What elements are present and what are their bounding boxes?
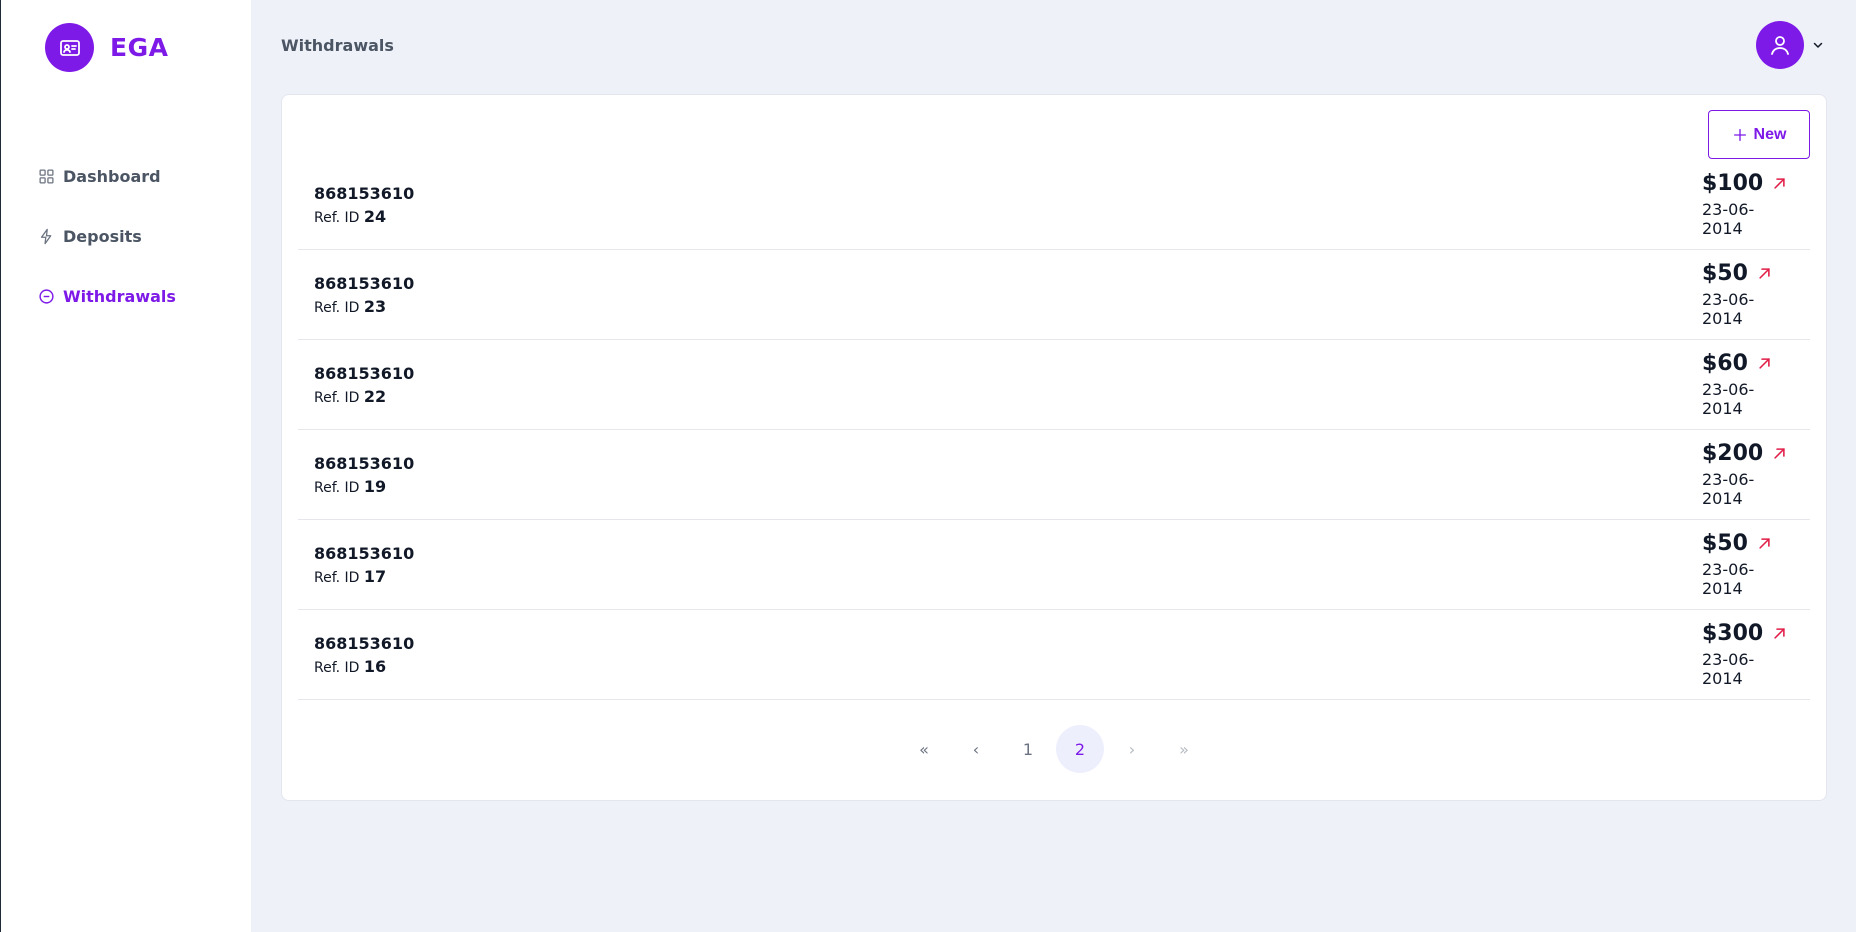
withdrawal-list: 868153610 Ref. ID 24 $100 23-06-2014 868… xyxy=(298,160,1810,700)
ref-id: 16 xyxy=(363,656,387,676)
user-menu[interactable] xyxy=(1756,21,1826,69)
date: 23-06-2014 xyxy=(1702,290,1755,328)
new-button-label: New xyxy=(1753,125,1787,143)
chevron-down-icon[interactable] xyxy=(1812,38,1826,52)
page-title: Withdrawals xyxy=(281,35,394,55)
ref-id: 24 xyxy=(363,206,387,226)
date: 23-06-2014 xyxy=(1702,650,1755,688)
sidebar: EGA Dashboard Deposits Withdrawals xyxy=(0,0,251,932)
ref-label: Ref. ID xyxy=(314,389,360,406)
account-number: 868153610 xyxy=(314,363,415,383)
date: 23-06-2014 xyxy=(1702,470,1755,508)
arrow-up-right-icon xyxy=(1772,626,1788,642)
minus-circle-icon xyxy=(37,287,55,305)
brand-name: EGA xyxy=(110,33,169,62)
amount: $60 xyxy=(1702,351,1748,376)
new-withdrawal-button[interactable]: New xyxy=(1708,110,1810,159)
amount: $300 xyxy=(1702,621,1764,646)
lightning-icon xyxy=(37,227,55,245)
list-item[interactable]: 868153610 Ref. ID 17 $50 23-06-2014 xyxy=(298,520,1810,610)
page-1-button[interactable]: 1 xyxy=(1004,725,1052,773)
first-page-button[interactable]: « xyxy=(900,725,948,773)
date: 23-06-2014 xyxy=(1702,200,1755,238)
sidebar-item-label: Withdrawals xyxy=(63,286,176,306)
pagination: « ‹ 1 2 › » xyxy=(282,725,1826,773)
arrow-up-right-icon xyxy=(1772,446,1788,462)
arrow-up-right-icon xyxy=(1757,266,1773,282)
ref-label: Ref. ID xyxy=(314,659,360,676)
ref-label: Ref. ID xyxy=(314,479,360,496)
amount: $100 xyxy=(1702,171,1764,196)
account-number: 868153610 xyxy=(314,273,415,293)
list-item[interactable]: 868153610 Ref. ID 22 $60 23-06-2014 xyxy=(298,340,1810,430)
account-number: 868153610 xyxy=(314,183,415,203)
user-icon[interactable] xyxy=(1756,21,1804,69)
amount: $50 xyxy=(1702,531,1748,556)
arrow-up-right-icon xyxy=(1772,176,1788,192)
sidebar-item-label: Dashboard xyxy=(63,166,161,186)
sidebar-item-withdrawals[interactable]: Withdrawals xyxy=(37,266,176,326)
ref-label: Ref. ID xyxy=(314,299,360,316)
arrow-up-right-icon xyxy=(1757,356,1773,372)
ref-id: 19 xyxy=(363,476,387,496)
next-page-button[interactable]: › xyxy=(1108,725,1156,773)
sidebar-item-label: Deposits xyxy=(63,226,142,246)
account-number: 868153610 xyxy=(314,633,415,653)
date: 23-06-2014 xyxy=(1702,560,1755,598)
prev-page-button[interactable]: ‹ xyxy=(952,725,1000,773)
topbar: Withdrawals xyxy=(281,20,1826,70)
brand[interactable]: EGA xyxy=(45,23,168,72)
amount: $200 xyxy=(1702,441,1764,466)
id-card-icon xyxy=(45,23,94,72)
page-2-button[interactable]: 2 xyxy=(1056,725,1104,773)
ref-label: Ref. ID xyxy=(314,209,360,226)
account-number: 868153610 xyxy=(314,543,415,563)
list-item[interactable]: 868153610 Ref. ID 23 $50 23-06-2014 xyxy=(298,250,1810,340)
ref-id: 23 xyxy=(363,296,387,316)
main-content: Withdrawals New 868153610 Ref. ID 24 $10… xyxy=(251,0,1856,932)
account-number: 868153610 xyxy=(314,453,415,473)
arrow-up-right-icon xyxy=(1757,536,1773,552)
sidebar-item-dashboard[interactable]: Dashboard xyxy=(37,146,176,206)
ref-id: 17 xyxy=(363,566,387,586)
sidebar-nav: Dashboard Deposits Withdrawals xyxy=(37,146,176,326)
ref-id: 22 xyxy=(363,386,387,406)
last-page-button[interactable]: » xyxy=(1160,725,1208,773)
ref-label: Ref. ID xyxy=(314,569,360,586)
plus-icon xyxy=(1732,127,1748,143)
amount: $50 xyxy=(1702,261,1748,286)
list-item[interactable]: 868153610 Ref. ID 19 $200 23-06-2014 xyxy=(298,430,1810,520)
list-item[interactable]: 868153610 Ref. ID 16 $300 23-06-2014 xyxy=(298,610,1810,700)
date: 23-06-2014 xyxy=(1702,380,1755,418)
grid-icon xyxy=(37,167,55,185)
list-item[interactable]: 868153610 Ref. ID 24 $100 23-06-2014 xyxy=(298,160,1810,250)
withdrawals-card: New 868153610 Ref. ID 24 $100 23-06-2014 xyxy=(281,94,1827,801)
sidebar-item-deposits[interactable]: Deposits xyxy=(37,206,176,266)
